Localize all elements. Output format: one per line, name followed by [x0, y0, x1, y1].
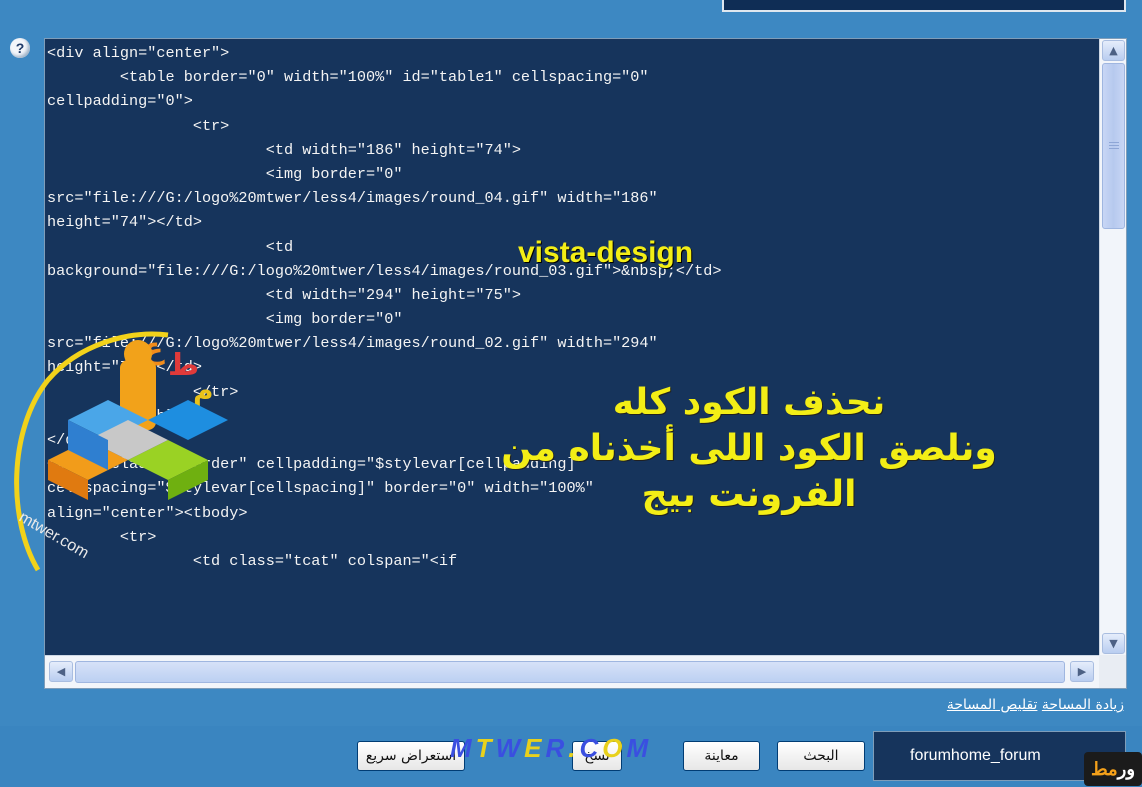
quick-preview-button[interactable]: استعراض سريع — [357, 741, 465, 771]
watermark-letter: T — [475, 733, 496, 763]
code-line: cellpadding="0"> — [47, 92, 193, 111]
code-line: height="74"></td> — [47, 213, 202, 232]
corner-logo-part-a: مط — [1090, 758, 1118, 779]
preview-button[interactable]: معاينة — [683, 741, 760, 771]
watermark-letter: O — [602, 733, 627, 763]
overlay-line-2: ونلصق الكود اللى أخذناه من — [501, 428, 997, 469]
watermark-letter: . — [568, 733, 580, 763]
scroll-up-button[interactable]: ▲ — [1102, 40, 1125, 61]
overlay-instructions: نحذف الكود كله ونلصق الكود اللى أخذناه م… — [484, 380, 1014, 518]
watermark: MTWER.COM — [450, 733, 652, 764]
horizontal-scroll-thumb[interactable] — [75, 661, 1065, 683]
scroll-down-button[interactable]: ▼ — [1102, 633, 1125, 654]
watermark-letter: M — [450, 733, 476, 763]
svg-text:م: م — [193, 374, 214, 407]
vertical-scrollbar[interactable]: ▲ ▼ — [1099, 39, 1126, 655]
scroll-corner — [1099, 655, 1126, 688]
vertical-scroll-thumb[interactable] — [1102, 63, 1125, 229]
code-line: <tr> — [47, 116, 230, 135]
corner-logo-icon: مط ور — [1084, 752, 1142, 786]
help-icon[interactable]: ? — [10, 38, 30, 58]
code-line: <img border="0" — [47, 164, 403, 183]
corner-logo-part-b: ور — [1117, 758, 1136, 779]
top-field[interactable] — [722, 0, 1126, 12]
watermark-letter: W — [495, 733, 525, 763]
overlay-line-1: نحذف الكود كله — [612, 382, 886, 423]
code-line: <div align="center"> — [47, 44, 230, 62]
code-line: <td width="294" height="75"> — [47, 285, 521, 304]
decrease-size-link[interactable]: تقليص المساحة — [947, 697, 1038, 713]
scroll-right-button[interactable]: ▶ — [1070, 661, 1094, 682]
watermark-letter: E — [524, 733, 546, 763]
code-line: <td width="186" height="74"> — [47, 140, 521, 159]
code-line: <table border="0" width="100%" id="table… — [47, 68, 649, 87]
horizontal-scrollbar[interactable]: ◀ ▶ — [45, 655, 1099, 688]
code-line: src="file:///G:/logo%20mtwer/less4/image… — [47, 189, 658, 208]
mtwer-logo-icon: ع ط م mtwer.com — [14, 331, 228, 572]
search-button[interactable]: البحث — [777, 741, 865, 771]
watermark-letter: R — [545, 733, 569, 763]
watermark-letter: C — [579, 733, 603, 763]
increase-size-link[interactable]: زيادة المساحة — [1042, 697, 1124, 713]
scroll-left-button[interactable]: ◀ — [49, 661, 73, 682]
watermark-letter: M — [626, 733, 653, 763]
resize-links: زيادة المساحة تقليص المساحة — [947, 697, 1124, 713]
overlay-line-3: الفرونت بيج — [641, 474, 857, 515]
overlay-title: vista-design — [518, 236, 694, 269]
